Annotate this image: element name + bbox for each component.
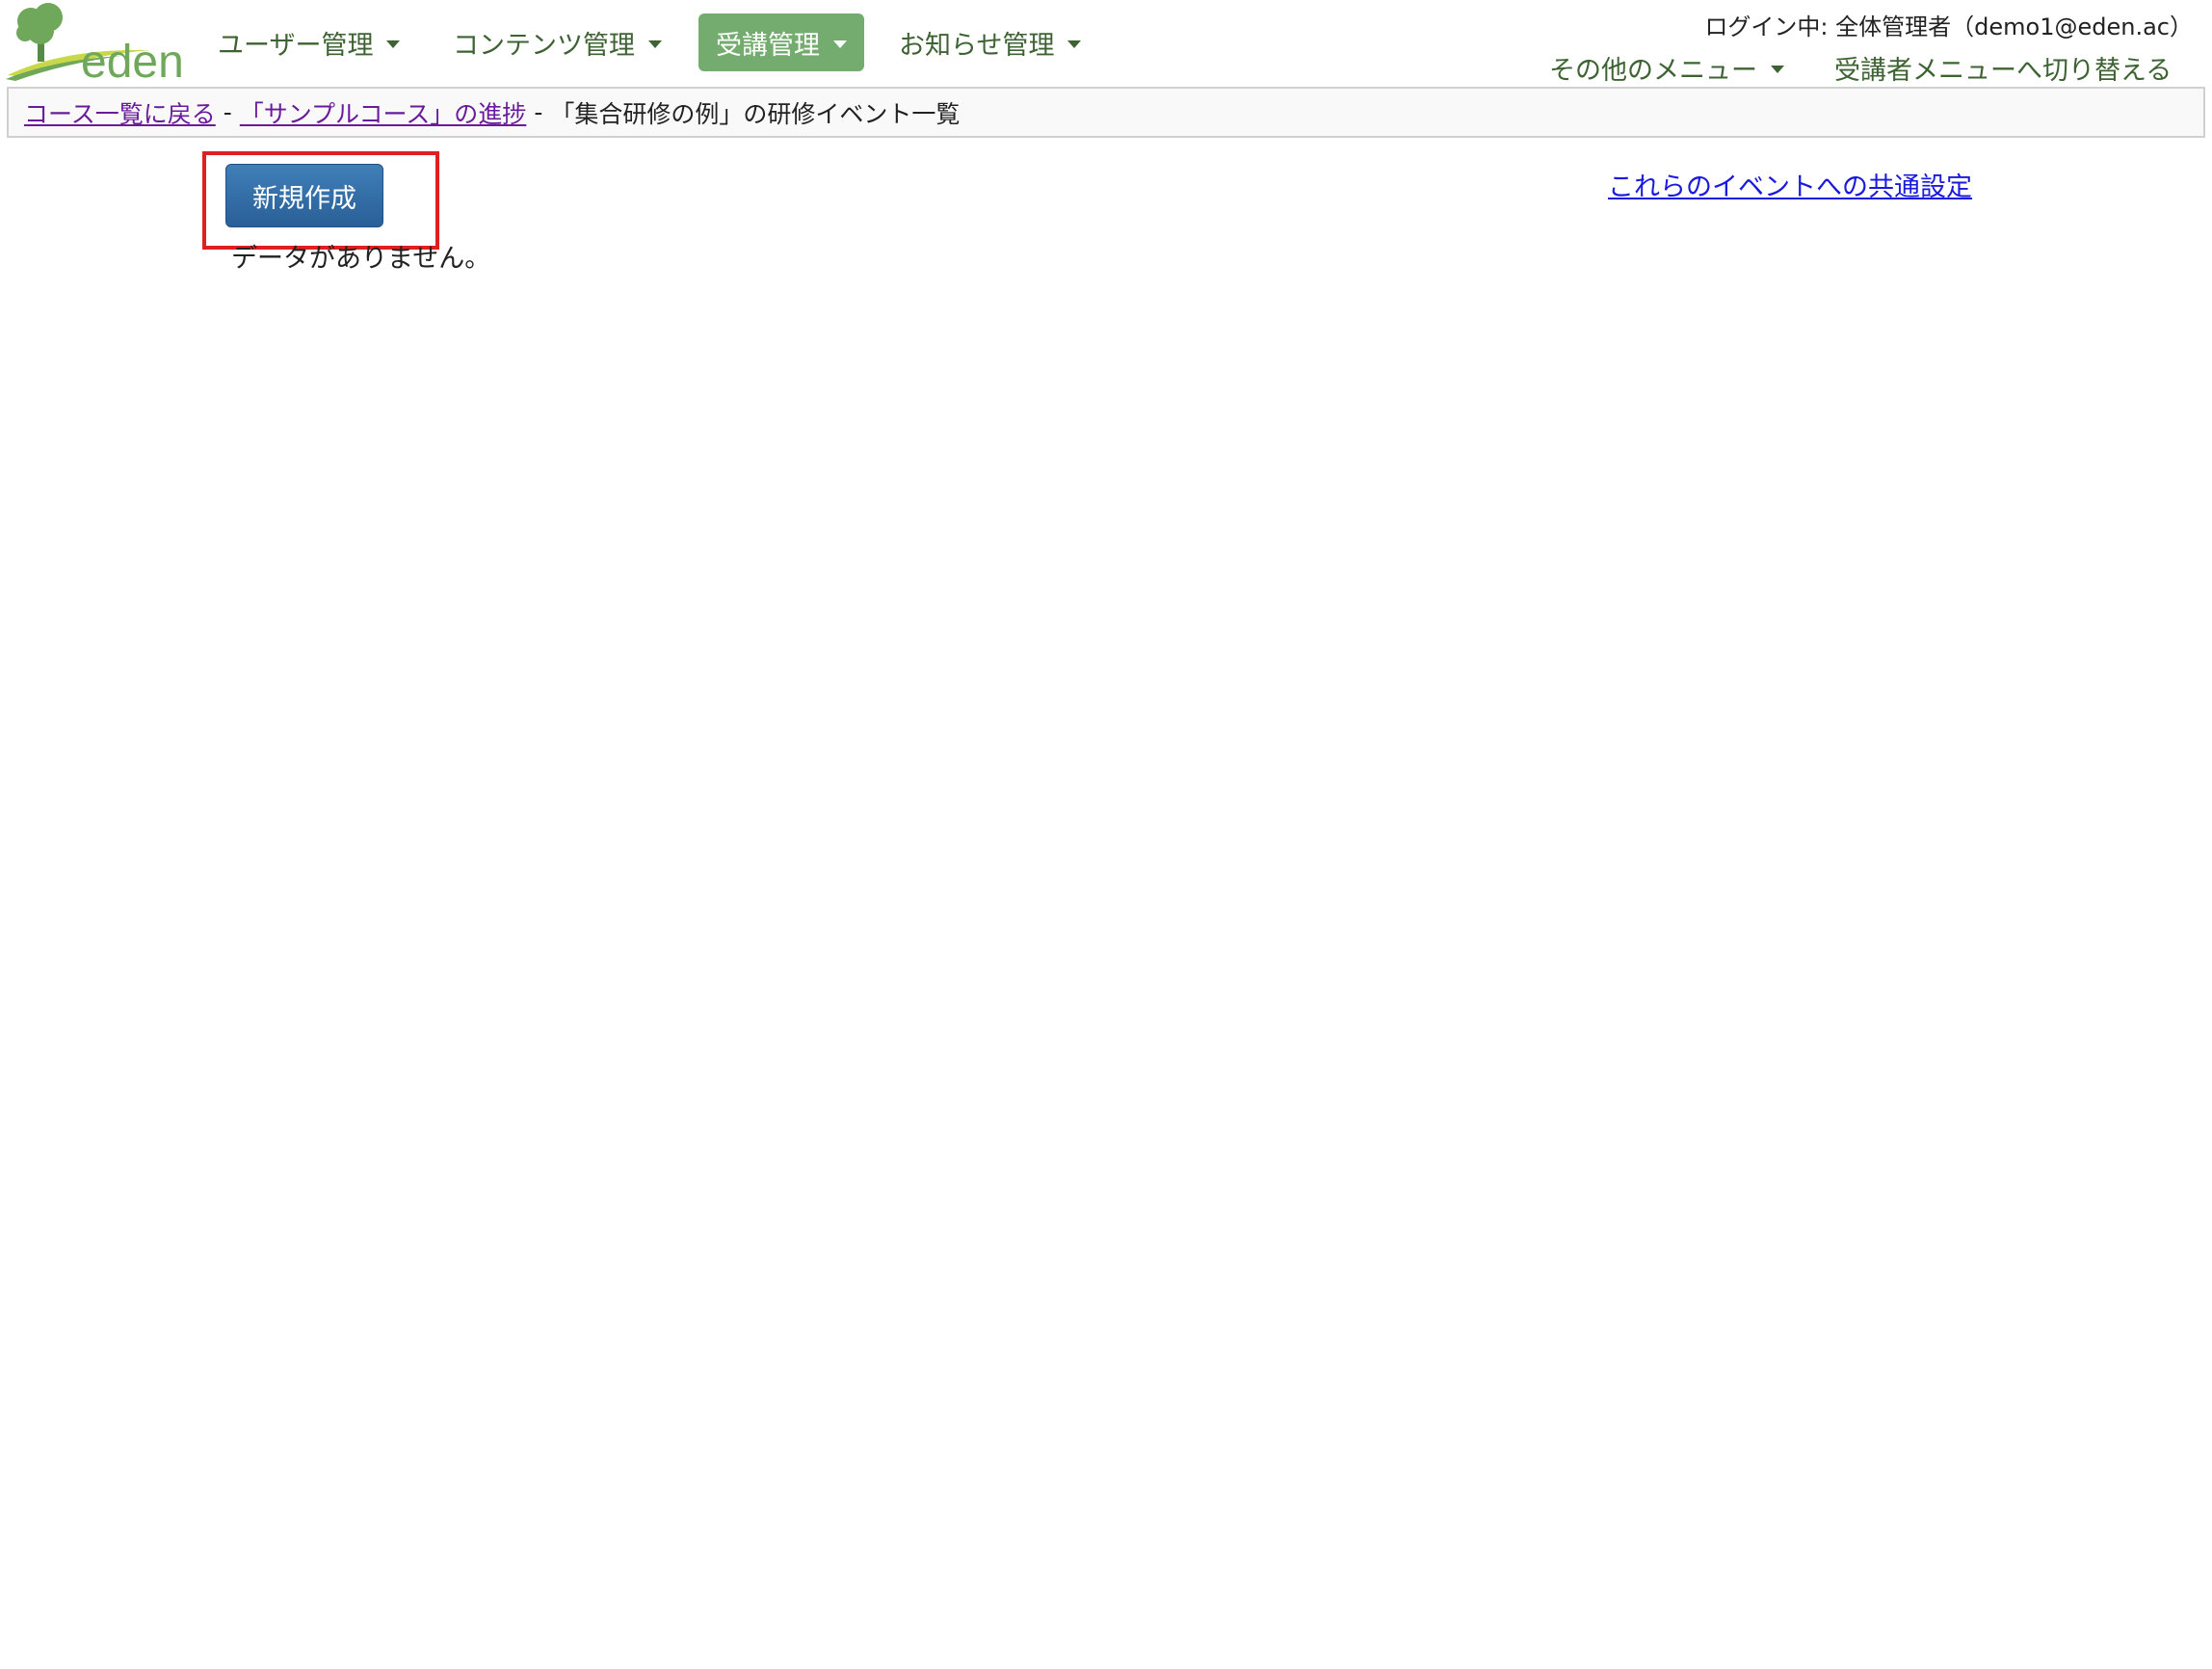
- chevron-down-icon: [1771, 65, 1784, 73]
- breadcrumb-course-progress-link[interactable]: 「サンプルコース」の進捗: [240, 95, 527, 130]
- switch-to-learner-menu-link[interactable]: 受講者メニューへ切り替える: [1834, 50, 2172, 86]
- page: eden ユーザー管理 コンテンツ管理 受講管理 お知らせ管理 ログイン中: 全…: [0, 0, 2212, 1669]
- nav-notice-management[interactable]: お知らせ管理: [882, 13, 1098, 71]
- breadcrumb: コース一覧に戻る - 「サンプルコース」の進捗 - 「集合研修の例」の研修イベン…: [7, 87, 2205, 138]
- nav-notice-management-label: お知らせ管理: [899, 30, 1055, 61]
- chevron-down-icon: [833, 40, 847, 48]
- breadcrumb-back-to-courses-link[interactable]: コース一覧に戻る: [24, 95, 216, 130]
- login-status: ログイン中: 全体管理者（demo1@eden.ac）: [1704, 13, 2193, 40]
- nav-content-management-label: コンテンツ管理: [453, 30, 635, 61]
- nav-user-management-label: ユーザー管理: [218, 30, 374, 61]
- nav-content-management[interactable]: コンテンツ管理: [435, 13, 679, 71]
- breadcrumb-separator: -: [534, 98, 543, 126]
- common-settings-link[interactable]: これらのイベントへの共通設定: [1608, 166, 1972, 203]
- chevron-down-icon: [1067, 40, 1082, 48]
- nav-user-management[interactable]: ユーザー管理: [200, 13, 417, 71]
- nav-enrollment-management-label: 受講管理: [716, 30, 820, 61]
- breadcrumb-separator: -: [223, 98, 232, 126]
- svg-text:eden: eden: [81, 37, 183, 81]
- tree-logo-icon: eden: [6, 3, 183, 81]
- nav-enrollment-management[interactable]: 受講管理: [698, 13, 864, 71]
- chevron-down-icon: [386, 40, 401, 48]
- empty-data-message: データがありません。: [231, 244, 491, 274]
- other-menu-label: その他のメニュー: [1549, 55, 1757, 86]
- create-new-button[interactable]: 新規作成: [225, 164, 383, 227]
- eden-logo[interactable]: eden: [6, 0, 183, 81]
- other-menu-dropdown[interactable]: その他のメニュー: [1549, 50, 1784, 86]
- breadcrumb-current-page: 「集合研修の例」の研修イベント一覧: [550, 99, 961, 128]
- chevron-down-icon: [648, 40, 662, 48]
